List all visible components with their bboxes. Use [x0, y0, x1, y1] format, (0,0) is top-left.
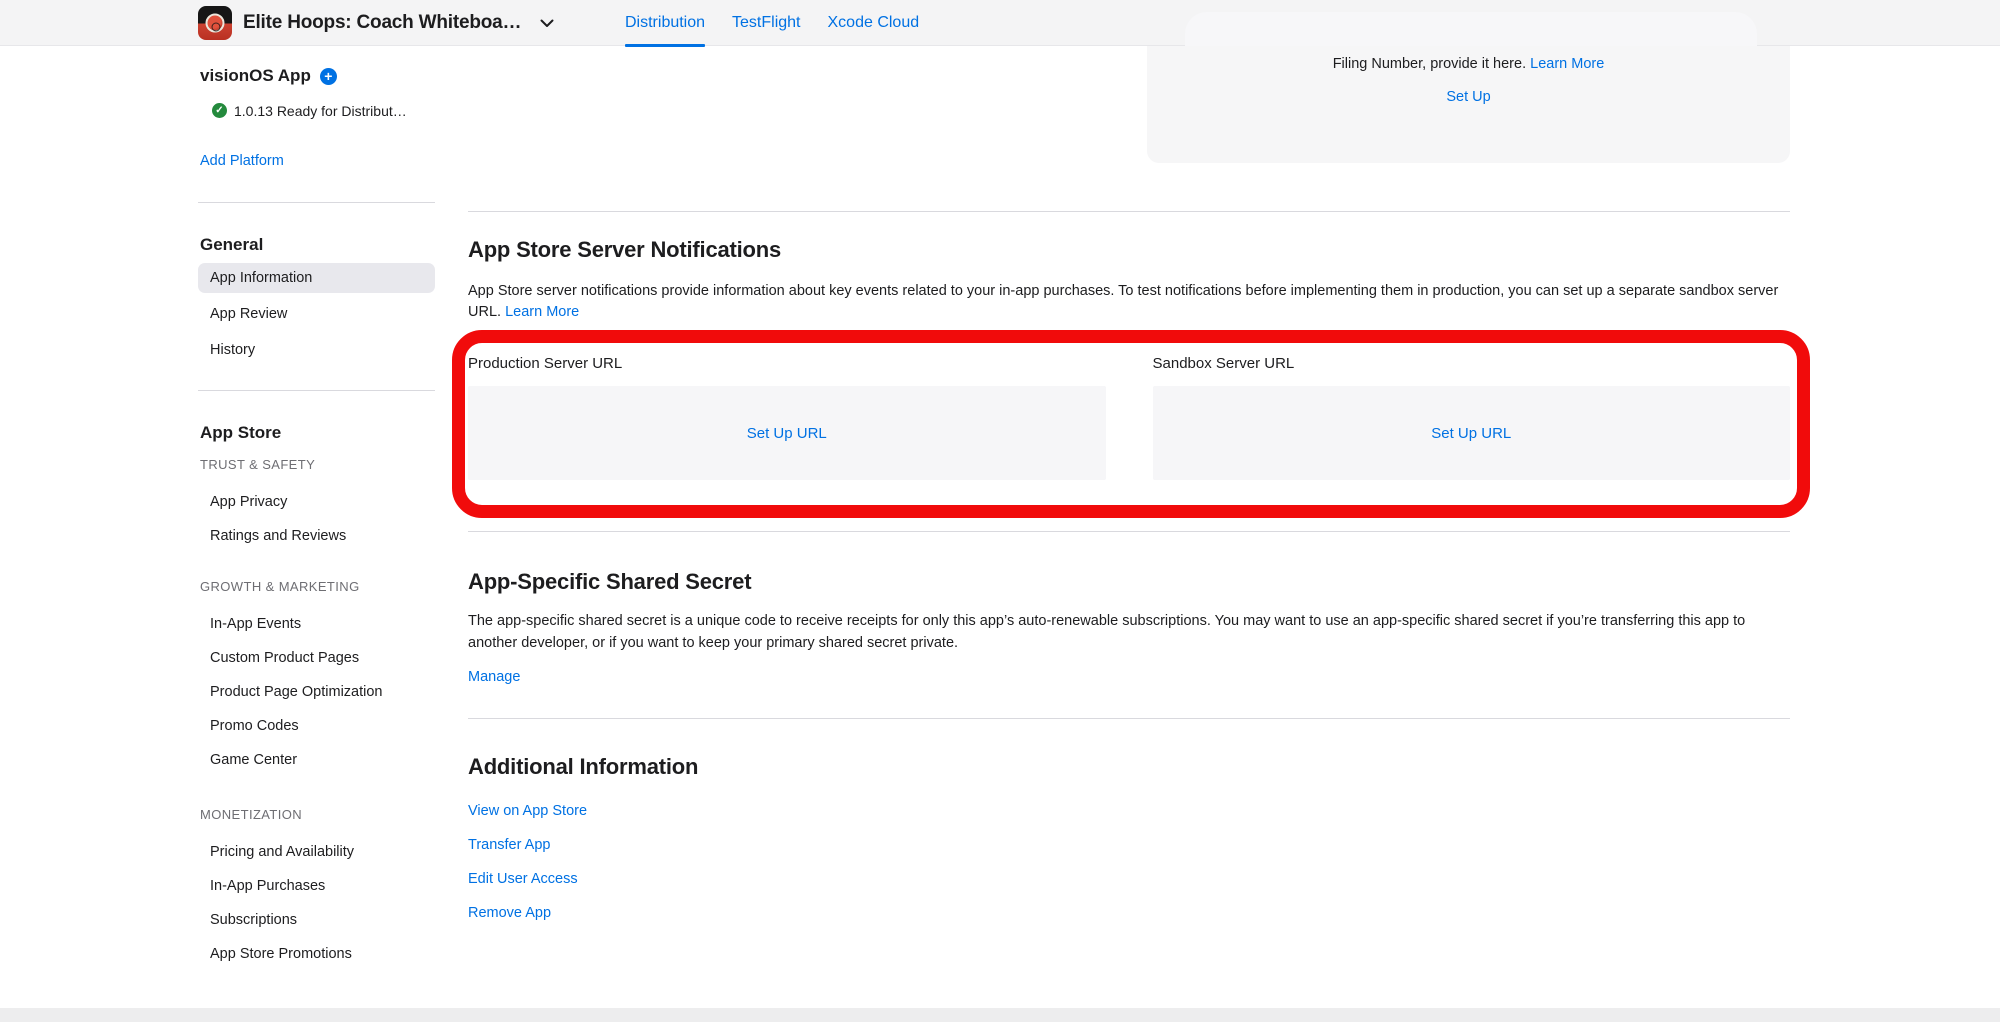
server-notifications-learn-more-link[interactable]: Learn More: [505, 304, 579, 320]
subhead-growth-marketing: GROWTH & MARKETING: [198, 579, 435, 595]
production-set-up-url-link[interactable]: Set Up URL: [747, 425, 827, 442]
sidebar-item-promo-codes[interactable]: Promo Codes: [198, 711, 435, 741]
server-notifications-description: App Store server notifications provide i…: [468, 283, 1778, 320]
production-server-column: Production Server URL Set Up URL: [468, 355, 1106, 480]
sidebar-item-app-information[interactable]: App Information: [198, 263, 435, 293]
version-status-label: 1.0.13 Ready for Distribut…: [234, 103, 407, 119]
sidebar-item-in-app-purchases[interactable]: In-App Purchases: [198, 871, 435, 901]
sidebar-divider: [198, 390, 435, 391]
shared-secret-title: App-Specific Shared Secret: [468, 569, 1790, 595]
sidebar-item-app-privacy[interactable]: App Privacy: [198, 487, 435, 517]
sandbox-server-url-label: Sandbox Server URL: [1153, 355, 1791, 373]
subhead-trust-safety: TRUST & SAFETY: [198, 457, 435, 473]
subhead-monetization: MONETIZATION: [198, 807, 435, 823]
shared-secret-description: The app-specific shared secret is a uniq…: [468, 611, 1790, 654]
filing-number-card: Filing Number, provide it here. Learn Mo…: [1147, 46, 1790, 163]
general-group-title: General: [198, 235, 435, 255]
manage-link[interactable]: Manage: [468, 669, 520, 687]
chevron-down-icon: [540, 19, 554, 28]
sidebar-item-ratings-and-reviews[interactable]: Ratings and Reviews: [198, 521, 435, 551]
sandbox-server-url-panel: Set Up URL: [1153, 386, 1791, 480]
app-icon: [198, 6, 232, 40]
app-title: Elite Hoops: Coach Whiteboa…: [243, 12, 521, 34]
basketball-emblem-icon: [206, 14, 225, 33]
top-navigation-bar: Elite Hoops: Coach Whiteboa… Distributio…: [0, 0, 2000, 46]
transfer-app-link[interactable]: Transfer App: [468, 837, 1790, 855]
filing-learn-more-link[interactable]: Learn More: [1530, 56, 1604, 72]
view-on-app-store-link[interactable]: View on App Store: [468, 803, 1790, 821]
edit-user-access-link[interactable]: Edit User Access: [468, 871, 1790, 889]
additional-information-links: View on App Store Transfer App Edit User…: [468, 803, 1790, 923]
tab-xcode-cloud[interactable]: Xcode Cloud: [828, 0, 920, 46]
platform-section-header: visionOS App: [198, 66, 435, 86]
app-switcher[interactable]: Elite Hoops: Coach Whiteboa…: [198, 0, 554, 46]
header-blur-decoration: [1185, 12, 1757, 46]
sidebar-item-in-app-events[interactable]: In-App Events: [198, 609, 435, 639]
sandbox-set-up-url-link[interactable]: Set Up URL: [1431, 425, 1511, 442]
sidebar-item-custom-product-pages[interactable]: Custom Product Pages: [198, 643, 435, 673]
version-status-row[interactable]: 1.0.13 Ready for Distribut…: [198, 102, 435, 119]
sidebar-item-game-center[interactable]: Game Center: [198, 745, 435, 775]
ready-checkmark-icon: [212, 103, 227, 118]
production-server-url-label: Production Server URL: [468, 355, 1106, 373]
section-divider: [468, 718, 1790, 719]
platform-title: visionOS App: [200, 66, 311, 86]
footer-strip: [0, 1008, 2000, 1022]
server-url-columns: Production Server URL Set Up URL Sandbox…: [468, 355, 1790, 480]
main-content: App Store Server Notifications App Store…: [468, 163, 1790, 939]
section-divider: [468, 211, 1790, 212]
filing-card-text: Filing Number, provide it here.: [1333, 56, 1526, 72]
sandbox-server-column: Sandbox Server URL Set Up URL: [1153, 355, 1791, 480]
remove-app-link[interactable]: Remove App: [468, 905, 1790, 923]
sidebar-item-app-store-promotions[interactable]: App Store Promotions: [198, 939, 435, 969]
filing-set-up-link[interactable]: Set Up: [1446, 89, 1490, 105]
sidebar-item-subscriptions[interactable]: Subscriptions: [198, 905, 435, 935]
sidebar: visionOS App 1.0.13 Ready for Distribut……: [198, 46, 435, 969]
sidebar-divider: [198, 202, 435, 203]
app-store-group-title: App Store: [198, 423, 435, 443]
production-server-url-panel: Set Up URL: [468, 386, 1106, 480]
additional-information-title: Additional Information: [468, 754, 1790, 780]
sidebar-item-product-page-optimization[interactable]: Product Page Optimization: [198, 677, 435, 707]
tab-distribution[interactable]: Distribution: [625, 0, 705, 46]
add-version-button[interactable]: [320, 68, 337, 85]
server-notifications-title: App Store Server Notifications: [468, 237, 1790, 263]
sidebar-item-pricing-and-availability[interactable]: Pricing and Availability: [198, 837, 435, 867]
sidebar-item-app-review[interactable]: App Review: [198, 299, 435, 329]
add-platform-link[interactable]: Add Platform: [198, 153, 435, 170]
section-divider: [468, 531, 1790, 532]
tab-testflight[interactable]: TestFlight: [732, 0, 800, 46]
sidebar-item-history[interactable]: History: [198, 335, 435, 365]
primary-tabs: Distribution TestFlight Xcode Cloud: [625, 0, 919, 46]
